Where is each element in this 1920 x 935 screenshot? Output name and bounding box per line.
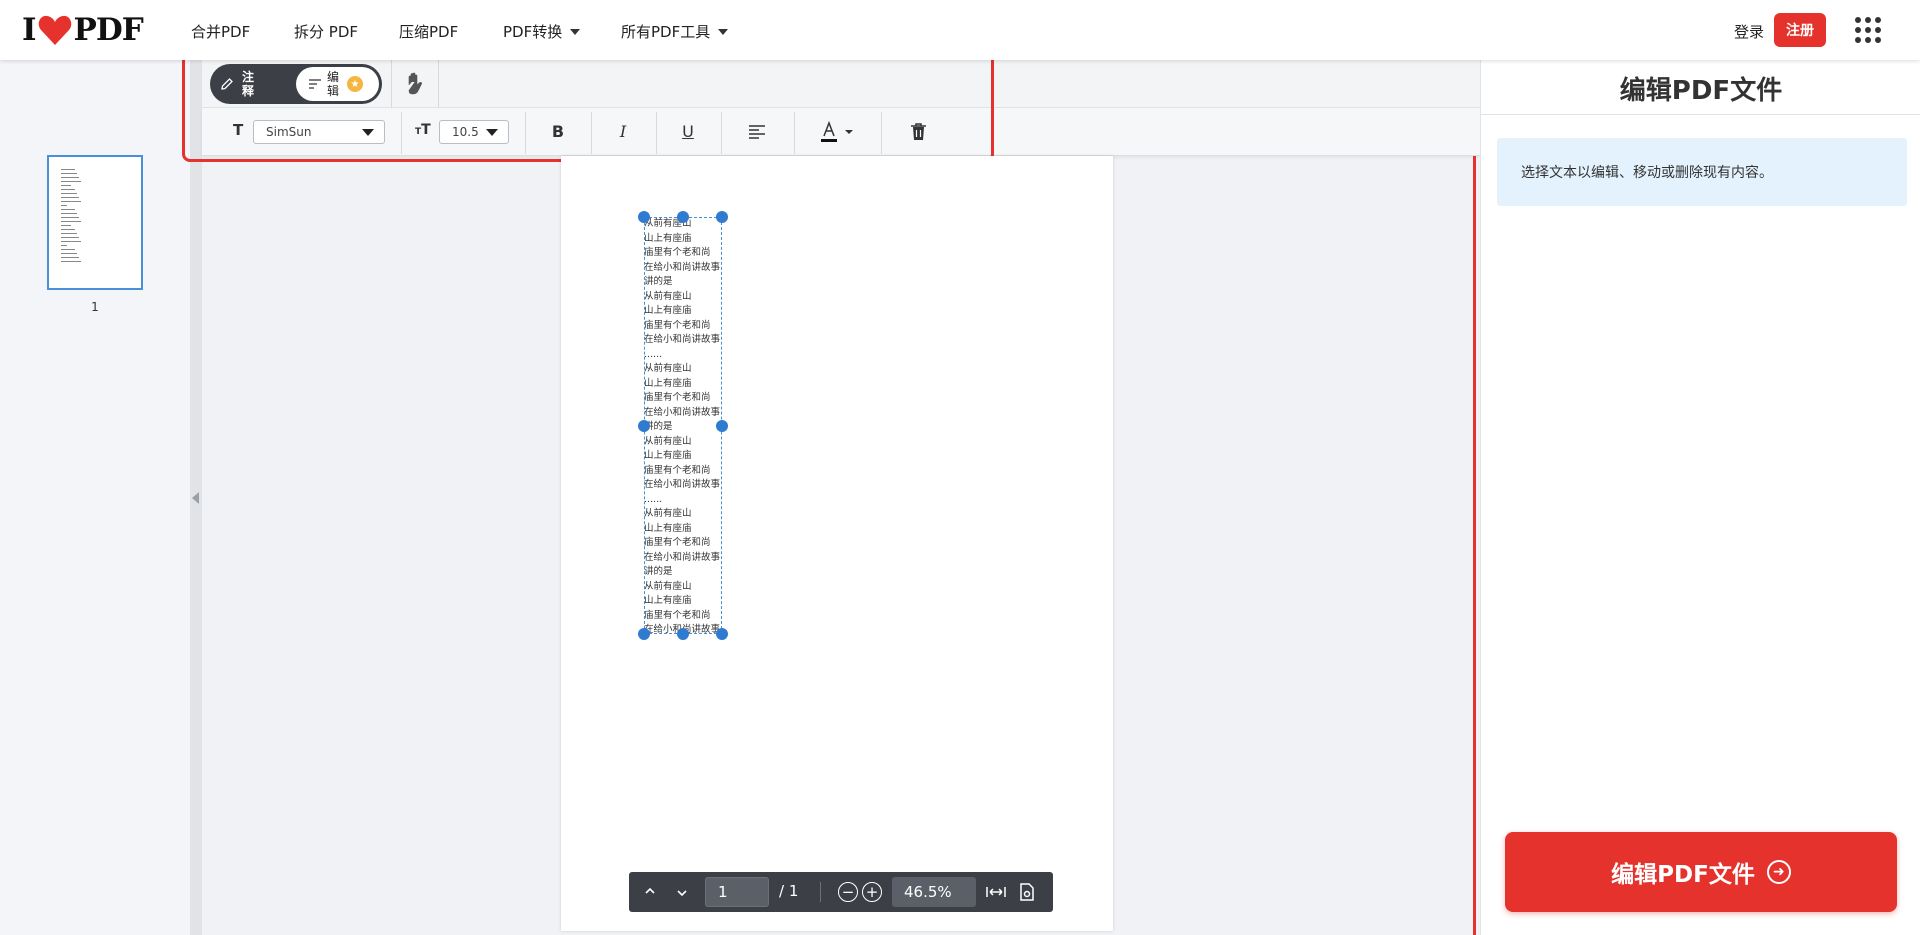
font-size-value: 10.5 [452,125,479,139]
heart-icon [38,15,71,45]
nav-split-pdf-label: 拆分 PDF [294,23,358,41]
resize-handle[interactable] [638,211,650,223]
resize-handle[interactable] [716,420,728,432]
caret-down-icon [718,28,729,35]
trash-icon[interactable] [910,122,927,141]
sidebar-collapse-handle[interactable] [190,60,202,935]
top-navbar: I PDF 合并PDF 拆分 PDF 压缩PDF PDF转换 所有PDF工具 登… [0,0,1920,60]
edit-mode-button[interactable]: 编辑 ★ [296,67,379,101]
page-total: / 1 [779,882,799,900]
toolbar-divider [881,112,882,154]
nav-split-pdf[interactable]: 拆分 PDF [294,21,358,42]
signup-button[interactable]: 注册 [1774,13,1826,47]
edit-pdf-action-label: 编辑PDF文件 [1611,862,1755,888]
ilovepdf-logo[interactable]: I PDF [22,12,144,48]
text-edit-icon [309,79,321,89]
resize-handle[interactable] [638,420,650,432]
fit-width-icon[interactable] [986,885,1006,899]
panel-title: 编辑PDF文件 [1619,76,1783,106]
zoom-in-icon[interactable]: + [862,882,882,902]
text-selection-box[interactable] [644,217,722,634]
right-panel-accent-border [1473,156,1476,935]
text-color-button[interactable] [818,120,858,146]
thumbnail-page-number: 1 [91,300,99,314]
page-number-value: 1 [718,883,728,901]
page-thumbnail[interactable] [47,155,143,290]
toolbar-divider [656,112,657,154]
premium-star-icon: ★ [347,76,363,92]
nav-merge-pdf-label: 合并PDF [191,23,251,41]
edit-pdf-action-button[interactable]: 编辑PDF文件 ➜ [1505,832,1897,912]
panel-divider [1481,114,1920,115]
page-settings-icon[interactable] [1019,883,1035,901]
nav-all-tools-label: 所有PDF工具 [621,23,711,41]
dropdown-arrow-icon [486,129,498,136]
toolbar-divider [721,112,722,154]
nav-all-tools[interactable]: 所有PDF工具 [621,21,729,42]
mode-toolbar [202,60,1480,108]
resize-handle[interactable] [677,628,689,640]
page-navigation-bar: 1 / 1 − + 46.5% [629,872,1053,912]
right-panel: 编辑PDF文件 选择文本以编辑、移动或删除现有内容。 编辑PDF文件 ➜ [1480,60,1920,935]
resize-handle[interactable] [716,211,728,223]
caret-down-icon [570,28,581,35]
toolbar-divider [525,112,526,154]
dropdown-arrow-icon [362,129,374,136]
chevron-down-icon[interactable] [676,888,688,898]
underline-button[interactable]: U [673,116,703,146]
text-color-icon [821,120,853,142]
align-left-icon[interactable] [748,124,766,140]
resize-handle[interactable] [677,211,689,223]
login-link[interactable]: 登录 [1734,21,1764,42]
edit-mode-label: 编辑 [327,70,340,98]
toolbar-divider [391,60,392,108]
apps-grid-icon[interactable] [1855,17,1881,43]
font-family-icon: T [233,121,244,139]
arrow-right-circle-icon: ➜ [1766,860,1791,884]
font-size-select[interactable]: 10.5 [439,120,509,144]
annotate-mode-button[interactable]: 注释 [220,68,256,100]
zoom-level[interactable]: 46.5% [892,877,976,907]
zoom-out-icon[interactable]: − [838,882,858,902]
nav-compress-pdf-label: 压缩PDF [399,23,459,41]
toolbar-divider [438,60,439,108]
font-size-icon: TT [415,122,431,138]
mode-toggle: 注释 编辑 ★ [210,64,382,104]
thumbnail-panel: 1 [0,60,190,935]
resize-handle[interactable] [716,628,728,640]
page-number-input[interactable]: 1 [705,877,769,907]
font-family-select[interactable]: SimSun [253,120,385,144]
resize-handle[interactable] [638,628,650,640]
nav-compress-pdf[interactable]: 压缩PDF [399,21,458,42]
toolbar-divider [591,112,592,154]
info-message: 选择文本以编辑、移动或删除现有内容。 [1497,138,1907,206]
logo-text-left: I [22,12,36,48]
chevron-up-icon[interactable] [644,886,656,896]
annotate-mode-label: 注释 [242,70,255,98]
pencil-icon [221,78,233,90]
pager-divider [820,882,821,902]
font-family-value: SimSun [266,125,312,139]
italic-button[interactable]: I [608,116,638,146]
logo-text-right: PDF [73,12,144,48]
toolbar-divider [794,112,795,154]
bold-button[interactable]: B [543,116,573,146]
toolbar-divider [401,112,402,154]
nav-merge-pdf[interactable]: 合并PDF [191,21,250,42]
nav-convert-pdf-label: PDF转换 [503,23,563,41]
collapse-left-icon [192,492,199,504]
nav-convert-pdf[interactable]: PDF转换 [503,21,581,42]
hand-pan-icon[interactable] [402,70,428,98]
